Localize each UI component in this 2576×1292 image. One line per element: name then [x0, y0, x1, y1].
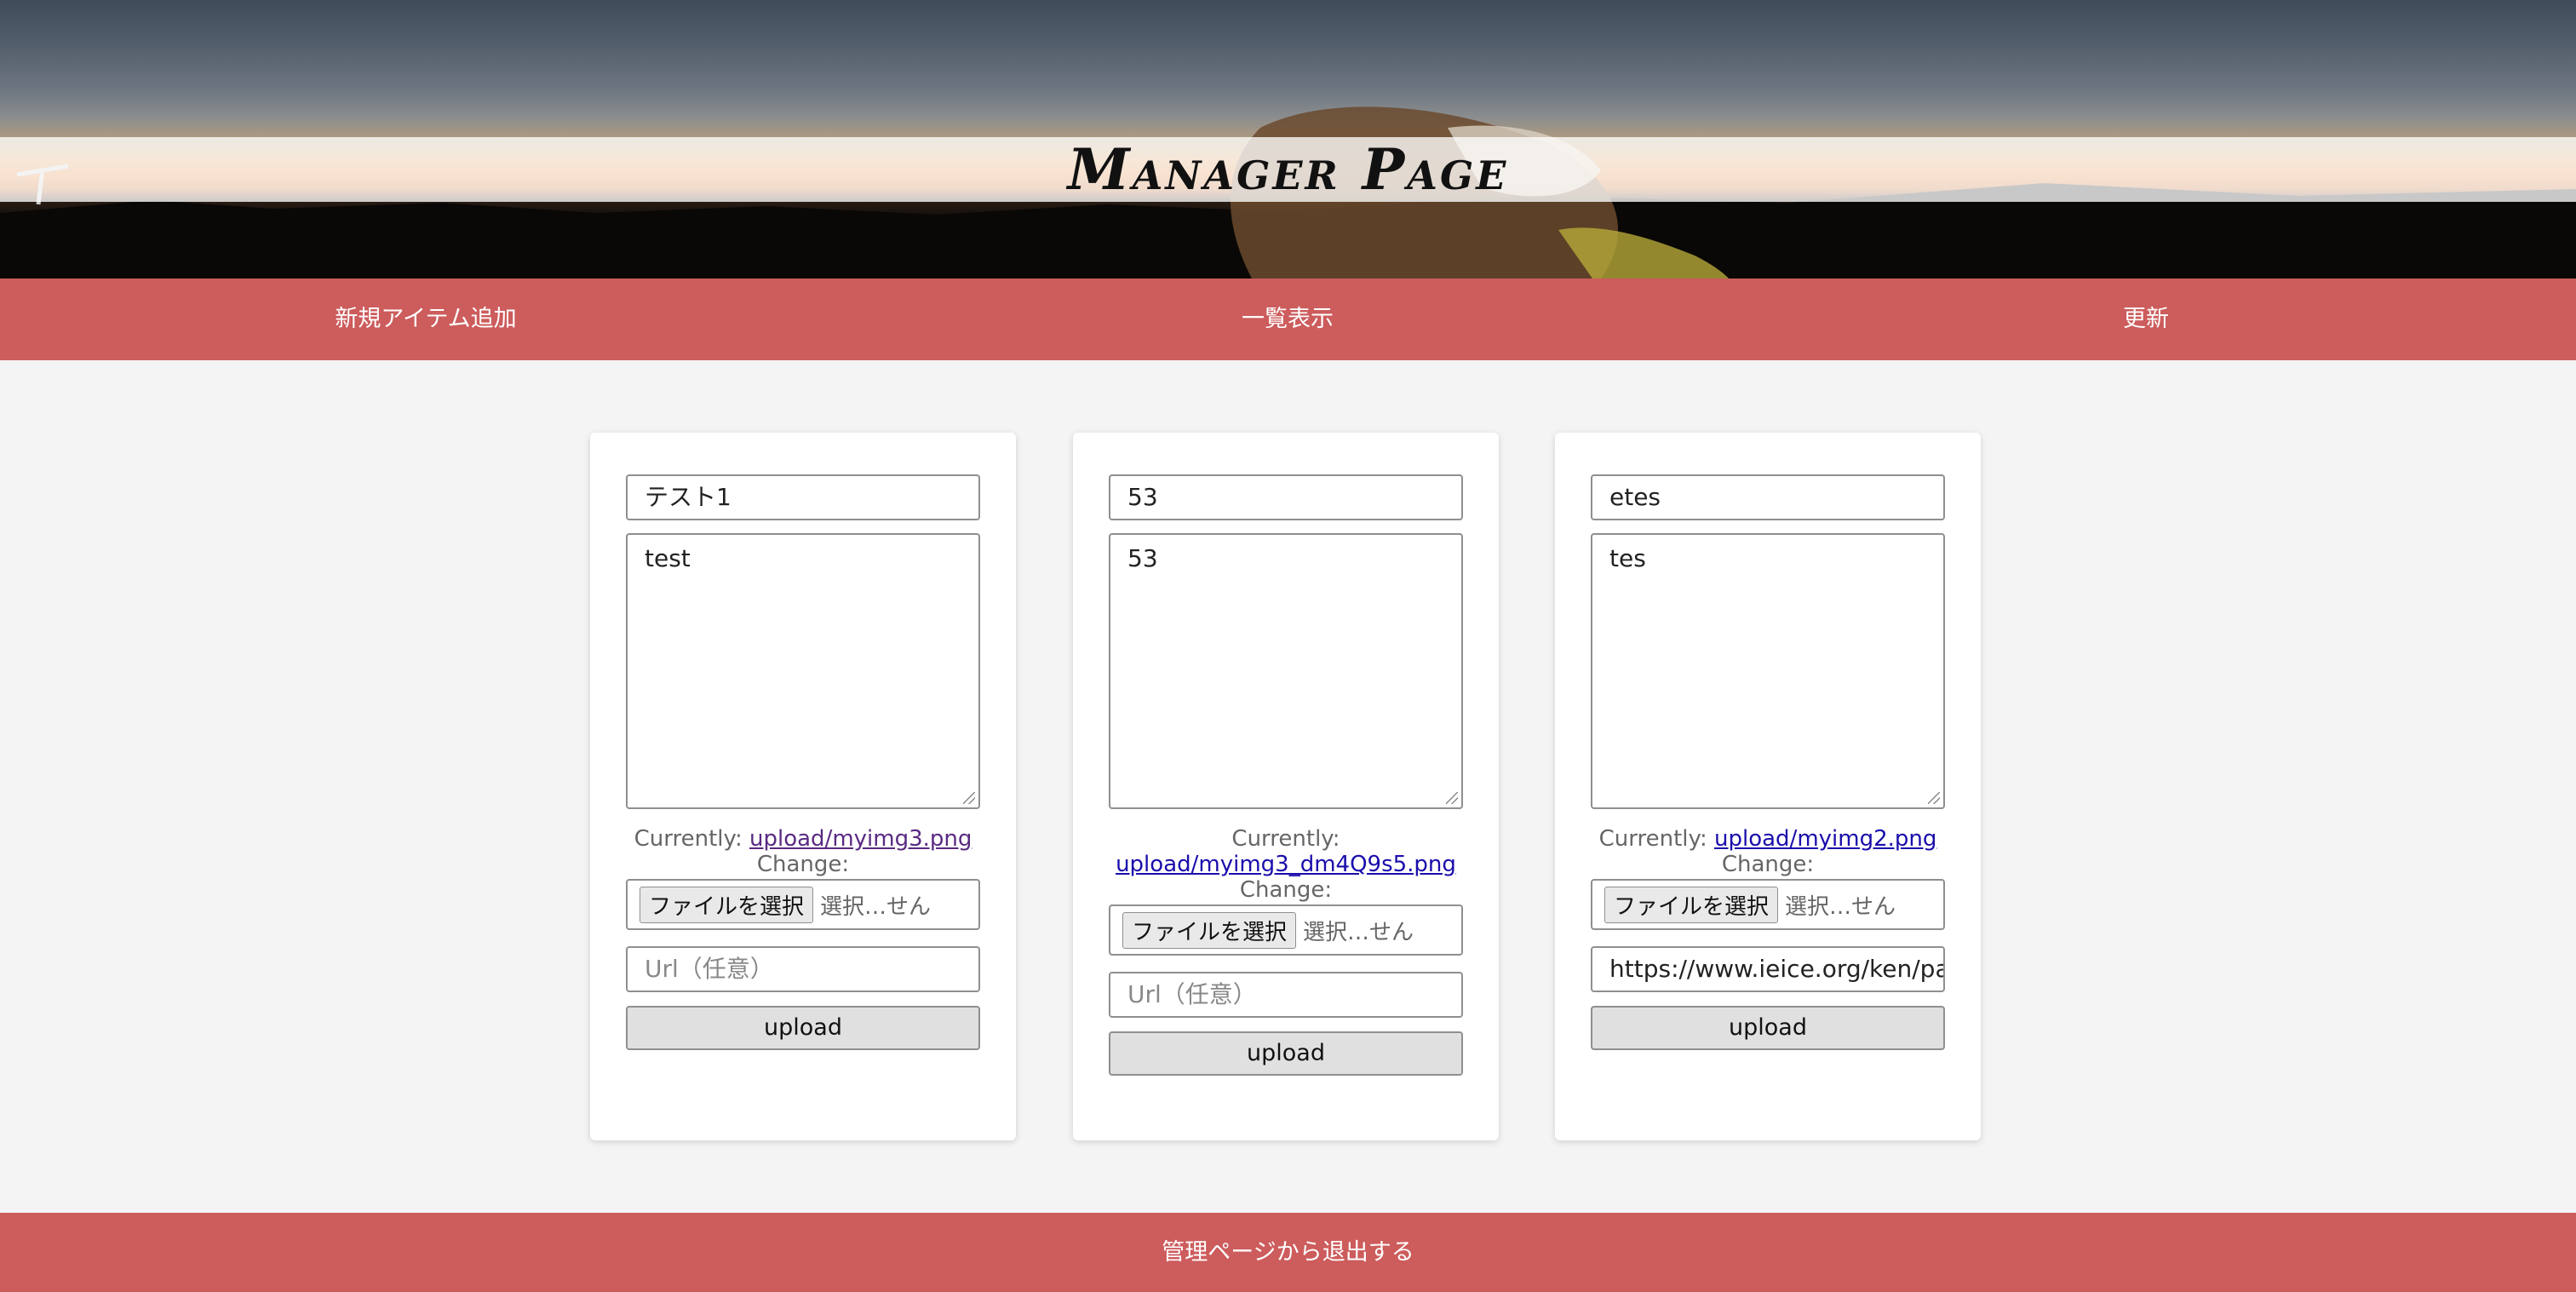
- currently-label: Currently:: [634, 826, 743, 852]
- item-card: テスト1 test Currently: upload/myimg3.png C…: [590, 433, 1016, 1140]
- nav-item-list-view[interactable]: 一覧表示: [862, 278, 1713, 360]
- change-label: Change:: [756, 852, 850, 877]
- logout-link[interactable]: 管理ページから退出する: [0, 1213, 2576, 1292]
- current-file-link[interactable]: upload/myimg2.png: [1714, 826, 1936, 852]
- currently-line: Currently: upload/myimg3.png: [599, 826, 1007, 852]
- current-image-info: Currently: upload/myimg3_dm4Q9s5.png Cha…: [1081, 826, 1490, 903]
- change-label: Change:: [1721, 852, 1815, 877]
- nav-bar: 新規アイテム追加 一覧表示 更新: [0, 278, 2576, 360]
- file-status-text: 選択…せん: [820, 893, 932, 920]
- current-image-info: Currently: upload/myimg2.png Change:: [1563, 826, 1972, 877]
- file-chooser[interactable]: ファイルを選択 選択…せん: [1109, 904, 1463, 956]
- upload-button[interactable]: upload: [1109, 1031, 1463, 1076]
- resize-grip-icon[interactable]: [1446, 792, 1458, 804]
- nav-item-update[interactable]: 更新: [1720, 278, 2572, 360]
- current-file-link[interactable]: upload/myimg3.png: [749, 826, 972, 852]
- choose-file-button[interactable]: ファイルを選択: [1604, 886, 1779, 923]
- description-textarea[interactable]: 53: [1109, 533, 1463, 809]
- page-title: Manager Page: [1067, 136, 1509, 203]
- currently-label: Currently:: [1231, 826, 1340, 852]
- currently-line: Currently: upload/myimg2.png: [1563, 826, 1972, 852]
- choose-file-button[interactable]: ファイルを選択: [1122, 911, 1297, 949]
- file-status-text: 選択…せん: [1785, 893, 1896, 920]
- choose-file-button[interactable]: ファイルを選択: [640, 886, 814, 923]
- change-label: Change:: [1239, 877, 1333, 903]
- file-chooser[interactable]: ファイルを選択 選択…せん: [626, 879, 980, 930]
- upload-button[interactable]: upload: [626, 1006, 980, 1050]
- manager-page: Manager Page 新規アイテム追加 一覧表示 更新 テスト1 test …: [0, 0, 2576, 1292]
- resize-grip-icon[interactable]: [963, 792, 975, 804]
- title-band: Manager Page: [0, 136, 2576, 203]
- description-text: 53: [1127, 544, 1158, 572]
- description-textarea[interactable]: test: [626, 533, 980, 809]
- resize-grip-icon[interactable]: [1928, 792, 1940, 804]
- description-textarea[interactable]: tes: [1591, 533, 1945, 809]
- title-input[interactable]: テスト1: [626, 474, 980, 520]
- file-chooser[interactable]: ファイルを選択 選択…せん: [1591, 879, 1945, 930]
- currently-label: Currently:: [1598, 826, 1707, 852]
- url-input[interactable]: https://www.ieice.org/ken/pap: [1591, 946, 1945, 992]
- item-card: 53 53 Currently: upload/myimg3_dm4Q9s5.p…: [1073, 433, 1499, 1140]
- url-input[interactable]: Url（任意）: [626, 946, 980, 992]
- item-card: etes tes Currently: upload/myimg2.png Ch…: [1555, 433, 1981, 1140]
- footer-bar: 管理ページから退出する: [0, 1213, 2576, 1292]
- current-image-info: Currently: upload/myimg3.png Change:: [599, 826, 1007, 877]
- nav-item-add-new[interactable]: 新規アイテム追加: [0, 278, 852, 360]
- title-input[interactable]: etes: [1591, 474, 1945, 520]
- description-text: test: [645, 544, 691, 572]
- url-input[interactable]: Url（任意）: [1109, 972, 1463, 1018]
- header-banner: Manager Page: [0, 0, 2576, 278]
- title-input[interactable]: 53: [1109, 474, 1463, 520]
- description-text: tes: [1609, 544, 1646, 572]
- upload-button[interactable]: upload: [1591, 1006, 1945, 1050]
- file-status-text: 選択…せん: [1303, 919, 1414, 945]
- current-file-link[interactable]: upload/myimg3_dm4Q9s5.png: [1116, 852, 1456, 877]
